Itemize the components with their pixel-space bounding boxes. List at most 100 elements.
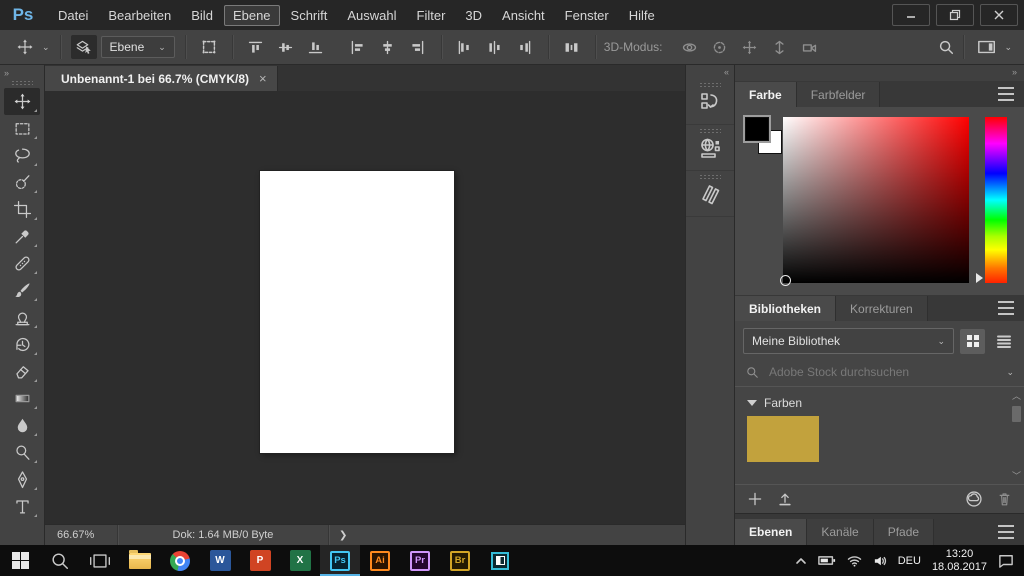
- hue-slider-marker[interactable]: [976, 273, 983, 283]
- quick-selection-tool[interactable]: [4, 169, 40, 196]
- clock[interactable]: 13:20 18.08.2017: [932, 548, 987, 574]
- properties-panel-button[interactable]: [686, 171, 734, 217]
- distribute-horizontal-centers-icon[interactable]: [482, 35, 508, 59]
- 3d-pan-icon[interactable]: [736, 35, 762, 59]
- workspace-switcher-icon[interactable]: [974, 35, 1000, 59]
- blur-tool[interactable]: [4, 412, 40, 439]
- library-select-dropdown[interactable]: Meine Bibliothek ⌄: [743, 328, 954, 354]
- layers-panel-menu-icon[interactable]: [998, 525, 1024, 545]
- list-view-button[interactable]: [991, 329, 1016, 354]
- tool-preset-chevron-icon[interactable]: ⌄: [42, 42, 50, 53]
- color-panel-menu-icon[interactable]: [998, 87, 1024, 107]
- panels-expand-control[interactable]: »: [735, 65, 1024, 81]
- 3d-roll-icon[interactable]: [706, 35, 732, 59]
- action-center-icon[interactable]: [998, 554, 1014, 568]
- align-vertical-centers-icon[interactable]: [273, 35, 299, 59]
- history-panel-button[interactable]: [686, 79, 734, 125]
- menu-3d[interactable]: 3D: [455, 4, 492, 27]
- crop-tool[interactable]: [4, 196, 40, 223]
- document-tab[interactable]: Unbenannt-1 bei 66.7% (CMYK/8) ×: [45, 66, 278, 91]
- delete-trash-icon[interactable]: [997, 491, 1012, 507]
- rectangular-marquee-tool[interactable]: [4, 115, 40, 142]
- tray-expand-chevron-icon[interactable]: [795, 556, 807, 566]
- eraser-tool[interactable]: [4, 358, 40, 385]
- add-element-icon[interactable]: [747, 491, 763, 507]
- tab-kanaele[interactable]: Kanäle: [807, 519, 873, 545]
- tab-pfade[interactable]: Pfade: [874, 519, 934, 545]
- type-tool[interactable]: [4, 493, 40, 520]
- photoshop-taskbar-button[interactable]: Ps: [320, 545, 360, 576]
- color-field-marker[interactable]: [780, 275, 791, 286]
- upload-share-icon[interactable]: [777, 491, 793, 507]
- move-tool-preset-icon[interactable]: [12, 35, 38, 59]
- premiere-button[interactable]: Pr: [400, 545, 440, 576]
- menu-auswahl[interactable]: Auswahl: [337, 4, 406, 27]
- task-view-button[interactable]: [80, 545, 120, 576]
- 3d-zoom-camera-icon[interactable]: [796, 35, 822, 59]
- 3d-orbit-icon[interactable]: [676, 35, 702, 59]
- menu-ebene[interactable]: Ebene: [224, 5, 280, 26]
- move-tool[interactable]: [4, 88, 40, 115]
- tab-korrekturen[interactable]: Korrekturen: [836, 296, 928, 321]
- close-button[interactable]: [980, 4, 1018, 26]
- start-button[interactable]: [0, 545, 40, 576]
- menu-bild[interactable]: Bild: [181, 4, 223, 27]
- search-icon[interactable]: [933, 35, 959, 59]
- colors-section-header[interactable]: Farben: [735, 387, 1024, 416]
- hue-slider[interactable]: [985, 117, 1007, 283]
- tab-farbfelder[interactable]: Farbfelder: [797, 82, 881, 107]
- show-transform-controls-icon[interactable]: [196, 35, 222, 59]
- saturation-brightness-field[interactable]: [783, 117, 969, 283]
- menu-ansicht[interactable]: Ansicht: [492, 4, 555, 27]
- language-indicator[interactable]: DEU: [898, 555, 921, 567]
- gradient-tool[interactable]: [4, 385, 40, 412]
- zoom-level-field[interactable]: 66.67%: [45, 529, 117, 541]
- 3d-materials-panel-button[interactable]: [686, 125, 734, 171]
- grid-view-button[interactable]: [960, 329, 985, 354]
- battery-icon[interactable]: [818, 555, 836, 566]
- menu-datei[interactable]: Datei: [48, 4, 98, 27]
- word-button[interactable]: W: [200, 545, 240, 576]
- restore-button[interactable]: [936, 4, 974, 26]
- illustrator-button[interactable]: Ai: [360, 545, 400, 576]
- align-horizontal-centers-icon[interactable]: [375, 35, 401, 59]
- align-right-edges-icon[interactable]: [405, 35, 431, 59]
- scroll-down-icon[interactable]: ﹀: [1012, 469, 1021, 482]
- tab-close-icon[interactable]: ×: [259, 71, 267, 86]
- tab-ebenen[interactable]: Ebenen: [735, 519, 807, 545]
- scrollbar-thumb[interactable]: [1012, 406, 1021, 422]
- eyedropper-tool[interactable]: [4, 223, 40, 250]
- minimize-button[interactable]: [892, 4, 930, 26]
- file-explorer-button[interactable]: [120, 545, 160, 576]
- adobe-stock-search-input[interactable]: [767, 364, 998, 380]
- tools-expand-control[interactable]: »: [0, 65, 44, 79]
- library-color-swatch[interactable]: [747, 416, 819, 462]
- powerpoint-button[interactable]: P: [240, 545, 280, 576]
- menu-fenster[interactable]: Fenster: [555, 4, 619, 27]
- align-left-edges-icon[interactable]: [345, 35, 371, 59]
- 3d-slide-icon[interactable]: [766, 35, 792, 59]
- brush-tool[interactable]: [4, 277, 40, 304]
- auto-select-layers-icon[interactable]: [71, 35, 97, 59]
- menu-filter[interactable]: Filter: [407, 4, 456, 27]
- menu-schrift[interactable]: Schrift: [281, 4, 338, 27]
- auto-select-target-dropdown[interactable]: Ebene ⌄: [101, 36, 175, 58]
- search-scope-chevron-icon[interactable]: ⌄: [1006, 367, 1014, 378]
- tab-bibliotheken[interactable]: Bibliotheken: [735, 296, 836, 321]
- taskbar-search-button[interactable]: [40, 545, 80, 576]
- menu-bearbeiten[interactable]: Bearbeiten: [98, 4, 181, 27]
- tab-farbe[interactable]: Farbe: [735, 82, 797, 107]
- history-brush-tool[interactable]: [4, 331, 40, 358]
- speaker-icon[interactable]: [873, 555, 887, 567]
- excel-button[interactable]: X: [280, 545, 320, 576]
- canvas-workspace[interactable]: [45, 91, 685, 524]
- workspace-chevron-icon[interactable]: ⌄: [1004, 42, 1012, 53]
- clone-stamp-tool[interactable]: [4, 304, 40, 331]
- creative-cloud-sync-icon[interactable]: [965, 490, 983, 508]
- spot-healing-brush-tool[interactable]: [4, 250, 40, 277]
- distribute-left-edges-icon[interactable]: [452, 35, 478, 59]
- status-options-chevron-icon[interactable]: ❯: [329, 530, 357, 541]
- align-top-edges-icon[interactable]: [243, 35, 269, 59]
- scroll-up-icon[interactable]: ︿: [1012, 389, 1021, 402]
- dock-collapse-control[interactable]: «: [686, 65, 734, 79]
